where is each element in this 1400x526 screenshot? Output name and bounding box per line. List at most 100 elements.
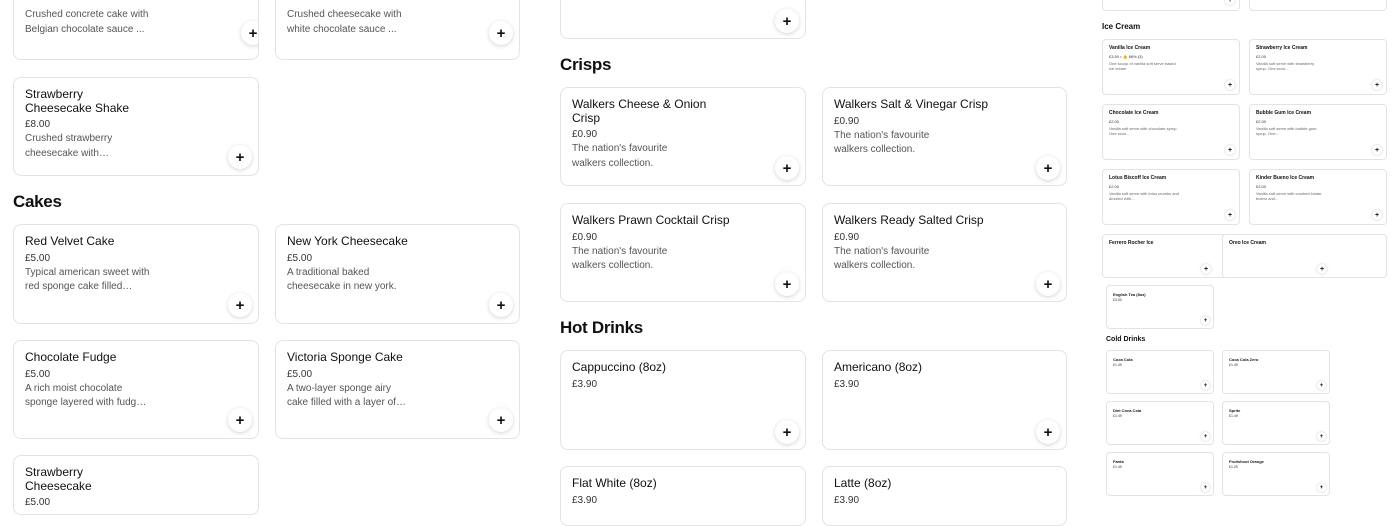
menu-item-card[interactable]: Fanta £1.49 + bbox=[1106, 452, 1214, 496]
menu-item-card[interactable]: Cappuccino (8oz) £3.90 + bbox=[560, 350, 806, 450]
item-price: £3.90 bbox=[572, 378, 598, 390]
menu-item-card[interactable]: Strawberry Ice Cream £2.00 Vanilla soft … bbox=[1249, 39, 1387, 95]
item-title: Red Velvet Cake bbox=[25, 234, 115, 248]
item-title: Walkers Ready Salted Crisp bbox=[834, 213, 984, 227]
menu-item-card[interactable]: Strawberry Cheesecake Shake £8.00 Crushe… bbox=[13, 77, 259, 176]
menu-item-card[interactable]: New York Cheesecake £5.00 A traditional … bbox=[275, 224, 520, 324]
item-description: A two-layer sponge airy cake filled with… bbox=[287, 382, 396, 409]
item-title: Sprite bbox=[1229, 408, 1241, 413]
item-title: Bubble Gum Ice Cream bbox=[1256, 110, 1312, 116]
add-item-button[interactable]: + bbox=[775, 272, 799, 296]
add-item-button[interactable]: + bbox=[1036, 156, 1060, 180]
item-title: New York Cheesecake bbox=[287, 234, 408, 248]
item-price: £2.00 bbox=[1109, 119, 1120, 124]
add-item-button[interactable]: + bbox=[1317, 432, 1326, 441]
menu-item-card[interactable]: Coca Cola £1.49 + bbox=[1106, 350, 1214, 394]
item-price: £0.90 bbox=[572, 231, 598, 243]
item-title: Kinder Bueno Ice Cream bbox=[1256, 175, 1315, 181]
item-price: £2.00 bbox=[1109, 184, 1120, 189]
menu-item-card[interactable]: Walkers Ready Salted Crisp £0.90 The nat… bbox=[822, 203, 1067, 302]
menu-item-card[interactable]: Kinder Bueno Ice Cream £2.00 Vanilla sof… bbox=[1249, 169, 1387, 225]
menu-item-card[interactable]: Crushed concrete cake with Belgian choco… bbox=[13, 0, 259, 60]
add-item-button[interactable]: + bbox=[489, 293, 513, 317]
menu-item-card[interactable]: Lotus Biscoff Ice Cream £2.00 Vanilla so… bbox=[1102, 169, 1240, 225]
add-item-button[interactable]: + bbox=[1225, 145, 1235, 155]
plus-icon: + bbox=[1319, 265, 1325, 273]
item-description: Vanilla soft serve with crushed kinder b… bbox=[1256, 191, 1322, 201]
item-price: £3.90 bbox=[834, 378, 860, 390]
menu-item-card[interactable]: Bubble Gum Ice Cream £2.00 Vanilla soft … bbox=[1249, 104, 1387, 160]
add-item-button[interactable]: + bbox=[228, 408, 252, 432]
menu-item-card[interactable]: Latte (8oz) £3.90 bbox=[822, 466, 1067, 526]
menu-item-card[interactable]: Sprite £1.49 + bbox=[1222, 401, 1330, 445]
item-title: Diet Coca Cola bbox=[1113, 408, 1142, 413]
add-item-button[interactable]: + bbox=[1201, 316, 1210, 325]
menu-item-card[interactable]: Crushed cheesecake with white chocolate … bbox=[275, 0, 520, 60]
item-description: Typical american sweet with red sponge c… bbox=[25, 266, 150, 293]
plus-icon: + bbox=[1227, 211, 1233, 219]
add-item-button[interactable]: + bbox=[1036, 272, 1060, 296]
add-item-button[interactable]: + bbox=[775, 9, 799, 33]
item-price: £1.49 bbox=[1113, 363, 1122, 367]
add-item-button[interactable]: + bbox=[1225, 0, 1235, 5]
menu-item-card[interactable]: Fruitshoot Orange £1.25 + bbox=[1222, 452, 1330, 496]
menu-item-card[interactable]: Flat White (8oz) £3.90 bbox=[560, 466, 806, 526]
plus-icon: + bbox=[1374, 81, 1380, 89]
add-item-button[interactable]: + bbox=[1317, 264, 1327, 274]
menu-item-card[interactable]: Victoria Sponge Cake £5.00 A two-layer s… bbox=[275, 340, 520, 439]
item-title: Lotus Biscoff Ice Cream bbox=[1109, 175, 1167, 181]
add-item-button[interactable]: + bbox=[1201, 432, 1210, 441]
menu-item-card[interactable]: Chocolate Fudge £5.00 A rich moist choco… bbox=[13, 340, 259, 439]
add-item-button[interactable]: + bbox=[241, 21, 258, 45]
menu-item-card[interactable]: Strawberry Cheesecake £5.00 bbox=[13, 455, 259, 515]
menu-item-card[interactable]: + bbox=[1102, 0, 1240, 11]
add-item-button[interactable]: + bbox=[1225, 80, 1235, 90]
plus-icon: + bbox=[782, 159, 792, 177]
add-item-button[interactable]: + bbox=[1036, 420, 1060, 444]
menu-item-card[interactable]: Diet Coca Cola £1.49 + bbox=[1106, 401, 1214, 445]
plus-icon: + bbox=[1203, 382, 1208, 389]
add-item-button[interactable]: + bbox=[228, 293, 252, 317]
menu-item-card[interactable]: Red Velvet Cake £5.00 Typical american s… bbox=[13, 224, 259, 324]
menu-item-card[interactable]: English Tea (8oz) £3.00 + bbox=[1106, 285, 1214, 329]
add-item-button[interactable]: + bbox=[489, 408, 513, 432]
add-item-button[interactable]: + bbox=[1201, 264, 1211, 274]
menu-item-card[interactable]: Americano (8oz) £3.90 + bbox=[822, 350, 1067, 450]
plus-icon: + bbox=[496, 411, 506, 429]
plus-icon: + bbox=[496, 296, 506, 314]
item-title: Coca Cola Zero bbox=[1229, 357, 1259, 362]
plus-icon: + bbox=[1203, 433, 1208, 440]
menu-item-card[interactable]: Coca Cola Zero £1.49 + bbox=[1222, 350, 1330, 394]
item-title: Chocolate Ice Cream bbox=[1109, 110, 1159, 116]
add-item-button[interactable]: + bbox=[228, 145, 252, 169]
plus-icon: + bbox=[496, 24, 506, 42]
add-item-button[interactable]: + bbox=[489, 21, 513, 45]
menu-item-card[interactable]: Walkers Salt & Vinegar Crisp £0.90 The n… bbox=[822, 87, 1067, 186]
item-price: £5.00 bbox=[287, 252, 313, 264]
add-item-button[interactable]: + bbox=[775, 420, 799, 444]
item-description: The nation's favourite walkers collectio… bbox=[572, 143, 668, 169]
add-item-button[interactable]: + bbox=[1317, 381, 1326, 390]
item-title: Strawberry Cheesecake Shake bbox=[25, 87, 130, 115]
add-item-button[interactable]: + bbox=[775, 156, 799, 180]
menu-item-card[interactable] bbox=[1249, 0, 1387, 11]
item-description: One scoop of vanilla soft serve based ic… bbox=[1109, 61, 1176, 71]
add-item-button[interactable]: + bbox=[1201, 381, 1210, 390]
add-item-button[interactable]: + bbox=[1201, 483, 1210, 492]
plus-icon: + bbox=[1319, 382, 1324, 389]
menu-item-card[interactable]: Ferrero Rocher Ice + bbox=[1102, 234, 1240, 278]
menu-item-card[interactable]: Walkers Cheese & Onion Crisp £0.90 The n… bbox=[560, 87, 806, 186]
plus-icon: + bbox=[782, 423, 792, 441]
menu-item-card[interactable]: Chocolate Ice Cream £2.00 Vanilla soft s… bbox=[1102, 104, 1240, 160]
add-item-button[interactable]: + bbox=[1372, 80, 1382, 90]
item-price: £1.49 bbox=[1113, 465, 1122, 469]
item-description: Vanilla soft serve with lotus crumbs and… bbox=[1109, 191, 1179, 201]
add-item-button[interactable]: + bbox=[1317, 483, 1326, 492]
menu-item-card[interactable]: + bbox=[560, 0, 806, 39]
add-item-button[interactable]: + bbox=[1225, 210, 1235, 220]
add-item-button[interactable]: + bbox=[1372, 210, 1382, 220]
menu-item-card[interactable]: Vanilla Ice Cream £3.50 • 👍 66% (3) One … bbox=[1102, 39, 1240, 95]
add-item-button[interactable]: + bbox=[1372, 145, 1382, 155]
menu-item-card[interactable]: Oreo Ice Cream + bbox=[1222, 234, 1387, 278]
menu-item-card[interactable]: Walkers Prawn Cocktail Crisp £0.90 The n… bbox=[560, 203, 806, 302]
